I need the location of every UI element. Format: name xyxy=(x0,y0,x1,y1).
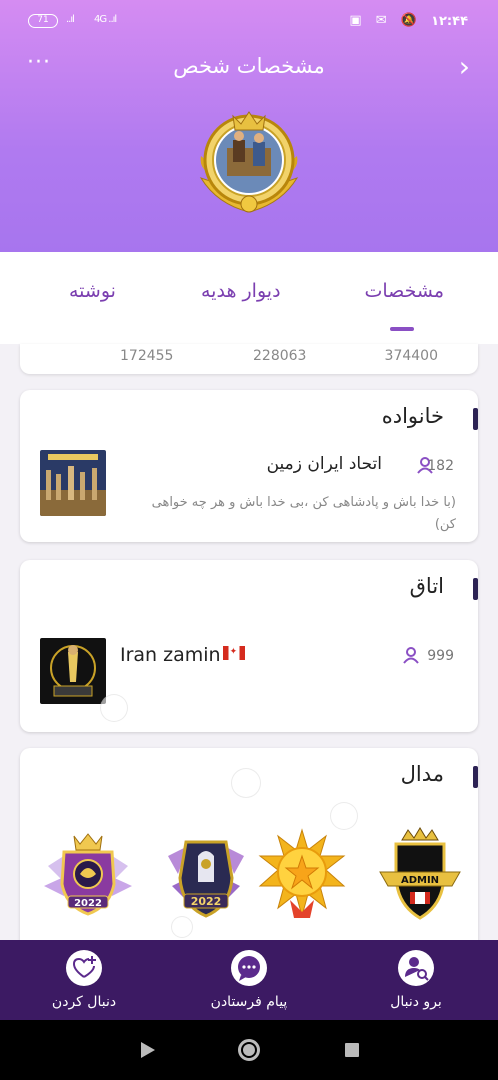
family-name: اتحاد ایران زمین xyxy=(266,454,382,474)
go-follow-label: برو دنبال xyxy=(390,994,442,1010)
bottom-action-bar: دنبال کردن پیام فرستادن برو دنبال xyxy=(0,940,498,1020)
svg-text:2022: 2022 xyxy=(191,895,222,908)
profile-avatar[interactable] xyxy=(197,108,301,216)
go-follow-button[interactable]: برو دنبال xyxy=(346,950,486,1010)
section-marker xyxy=(473,578,478,600)
decorative-bubble xyxy=(171,916,193,938)
tab-gift-wall[interactable]: دیوار هدیه xyxy=(201,280,281,302)
follow-button[interactable]: دنبال کردن xyxy=(14,950,154,1010)
family-section-title: خانواده xyxy=(381,404,444,428)
room-name-text: Iran zamin xyxy=(120,644,221,666)
members-icon xyxy=(403,647,419,664)
heart-plus-icon xyxy=(66,950,102,986)
room-avatar xyxy=(40,638,106,704)
stat-value: 172455 xyxy=(120,348,174,364)
room-name: Iran zamin xyxy=(120,644,245,666)
stat-value: 374400 xyxy=(384,348,438,364)
profile-tabs: مشخصات دیوار هدیه نوشته xyxy=(0,252,498,344)
stats-card: 374400 228063 172455 xyxy=(20,344,478,374)
svg-text:2022: 2022 xyxy=(74,898,102,909)
status-bar: 71 ..ıl 4G ..ıl ▣ ✉ 🔕 ۱۲:۴۴ xyxy=(0,8,498,36)
nav-home-icon[interactable] xyxy=(238,1039,260,1061)
sun-star-medal-icon[interactable] xyxy=(254,826,350,922)
notification-icons: ▣ ✉ 🔕 xyxy=(349,13,422,28)
system-navigation-bar xyxy=(0,1020,498,1080)
decorative-bubble xyxy=(100,694,128,722)
active-tab-indicator xyxy=(390,327,414,331)
2022-crest-medal-icon[interactable]: 2022 xyxy=(40,826,136,922)
back-button[interactable]: › xyxy=(459,52,470,82)
signal-icon: ..ıl xyxy=(66,14,75,25)
family-member-count: 182 xyxy=(427,458,454,474)
admin-medal-icon[interactable]: ADMIN xyxy=(372,826,468,922)
section-marker xyxy=(473,766,478,788)
battery-indicator: 71 xyxy=(28,14,58,28)
canada-flag-icon xyxy=(222,646,245,660)
room-card[interactable]: اتاق Iran zamin 999 xyxy=(20,560,478,732)
2022-shield-medal-icon[interactable]: 2022 xyxy=(158,826,254,922)
chat-bubble-icon xyxy=(231,950,267,986)
user-search-icon xyxy=(398,950,434,986)
family-avatar xyxy=(40,450,106,516)
signal-4g-icon: 4G ..ıl xyxy=(94,14,117,25)
medal-section-title: مدال xyxy=(400,762,444,786)
stat-value: 228063 xyxy=(253,348,307,364)
page-title: مشخصات شخص xyxy=(173,54,325,78)
decorative-bubble xyxy=(231,768,261,798)
tab-posts[interactable]: نوشته xyxy=(69,280,116,302)
family-description: (با خدا باش و پادشاهی کن ،بی خدا باش و ه… xyxy=(151,495,456,532)
send-message-label: پیام فرستادن xyxy=(210,994,288,1010)
family-card[interactable]: خانواده اتحاد ایران زمین 182 (با خدا باش… xyxy=(20,390,478,542)
tab-profile[interactable]: مشخصات xyxy=(364,280,444,302)
follow-label: دنبال کردن xyxy=(51,994,117,1010)
profile-header: 71 ..ıl 4G ..ıl ▣ ✉ 🔕 ۱۲:۴۴ ··· مشخصات ش… xyxy=(0,0,498,252)
nav-back-icon[interactable] xyxy=(141,1042,155,1058)
status-clock: ۱۲:۴۴ xyxy=(431,14,468,29)
section-marker xyxy=(473,408,478,430)
svg-text:ADMIN: ADMIN xyxy=(401,875,439,886)
nav-recents-icon[interactable] xyxy=(345,1043,359,1057)
room-section-title: اتاق xyxy=(409,574,444,598)
room-member-count: 999 xyxy=(427,648,454,664)
send-message-button[interactable]: پیام فرستادن xyxy=(179,950,319,1010)
decorative-bubble xyxy=(330,802,358,830)
